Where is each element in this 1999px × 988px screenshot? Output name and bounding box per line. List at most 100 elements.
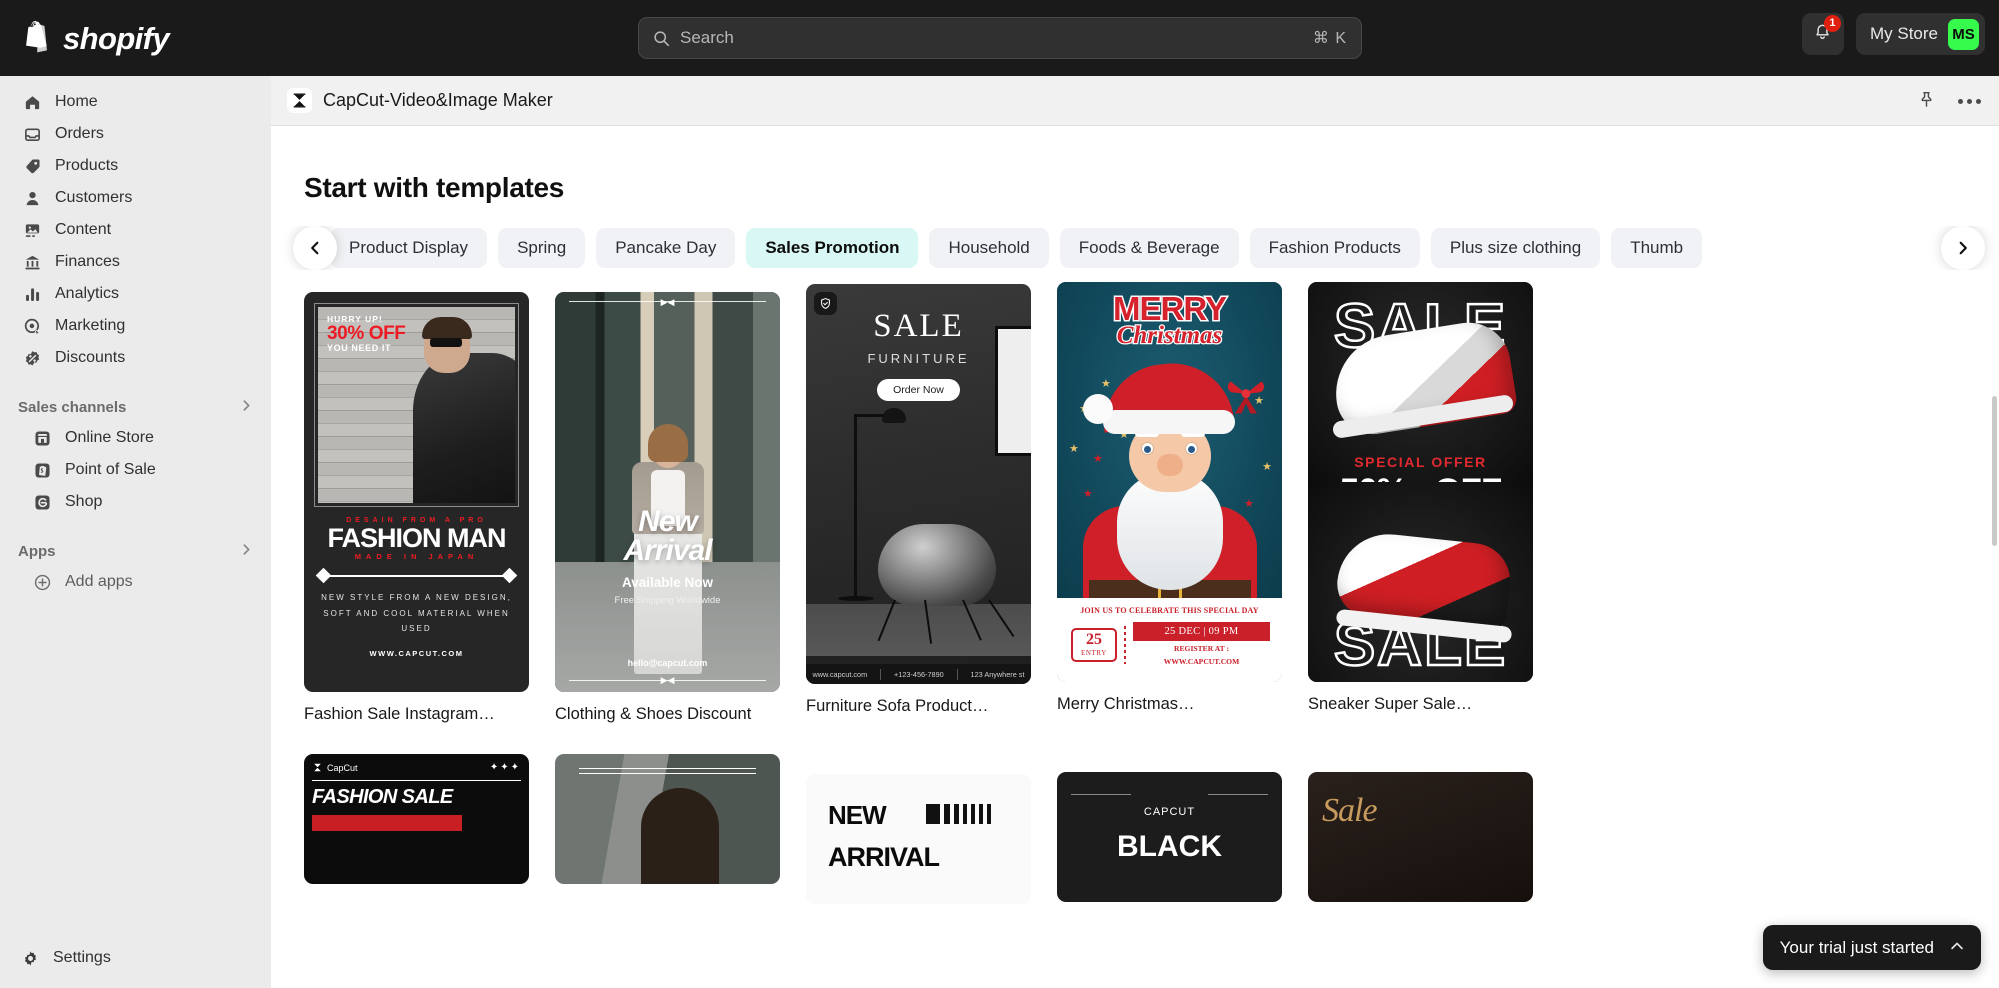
- sidebar-item-online-store[interactable]: Online Store: [20, 422, 261, 454]
- sidebar-item-home[interactable]: Home: [10, 86, 261, 118]
- more-options-button[interactable]: [1958, 98, 1981, 104]
- sidebar-item-finances[interactable]: Finances: [10, 246, 261, 278]
- sidebar-item-label: Point of Sale: [65, 461, 156, 478]
- category-chip-spring[interactable]: Spring: [498, 228, 586, 268]
- capcut-icon: [314, 763, 321, 772]
- divider: [312, 780, 521, 781]
- category-chip-product-display[interactable]: Product Display: [330, 228, 488, 268]
- sidebar-item-discounts[interactable]: Discounts: [10, 342, 261, 374]
- template-offer-label: SPECIAL OFFER: [1354, 454, 1487, 470]
- sidebar-item-marketing[interactable]: Marketing: [10, 310, 261, 342]
- sidebar-item-add-apps[interactable]: Add apps: [20, 566, 261, 598]
- template-thumbnail: ▶◀ New Arrival Available Now Free Shippi…: [555, 292, 780, 692]
- sidebar: Home Orders Products Customers Content F…: [0, 76, 271, 988]
- lamp-head: [882, 408, 906, 423]
- vertical-scrollbar[interactable]: [1992, 396, 1997, 546]
- template-card[interactable]: [555, 754, 780, 884]
- search-input[interactable]: [680, 28, 1313, 48]
- template-shipping-note: Free Shipping Worldwide: [614, 595, 721, 606]
- model-hair: [422, 317, 473, 339]
- template-headline-line1: New: [638, 505, 698, 539]
- category-chip-plus-size-clothing[interactable]: Plus size clothing: [1430, 228, 1601, 268]
- sidebar-group-label: Apps: [18, 542, 56, 560]
- sidebar-group-sales-channels[interactable]: Sales channels: [10, 392, 261, 422]
- template-lower: JOIN US TO CELEBRATE THIS SPECIAL DAY 25…: [1057, 598, 1282, 682]
- category-chip-sales-promotion[interactable]: Sales Promotion: [746, 228, 919, 268]
- template-card[interactable]: ▶◀ New Arrival Available Now Free Shippi…: [555, 292, 780, 724]
- sidebar-apps-list: Add apps: [0, 566, 271, 598]
- target-cursor-icon: [22, 316, 42, 336]
- template-headline: BLACK: [1117, 830, 1222, 863]
- lamp-base: [838, 596, 874, 601]
- template-card[interactable]: CAPCUT BLACK: [1057, 772, 1282, 902]
- sidebar-item-content[interactable]: Content: [10, 214, 261, 246]
- trial-banner-text: Your trial just started: [1779, 937, 1934, 957]
- template-card[interactable]: NEW ARRIVAL: [806, 774, 1031, 904]
- template-header: CapCut ✦✦✦: [312, 762, 521, 773]
- trial-banner[interactable]: Your trial just started: [1762, 925, 1981, 970]
- sidebar-group-label: Sales channels: [18, 398, 127, 416]
- template-footer: www.capcut.com +123-456-7890 123 Anywher…: [806, 664, 1031, 684]
- pin-button[interactable]: [1917, 90, 1936, 112]
- sidebar-item-label: Analytics: [55, 285, 120, 302]
- search-bar[interactable]: ⌘ K: [638, 17, 1362, 59]
- template-cta-button[interactable]: Order Now: [877, 379, 960, 401]
- template-card[interactable]: MERRY Christmas ★ ★ ★ ★ ★ ★ ★ ★ ★: [1057, 282, 1282, 714]
- category-chip-foods-beverage[interactable]: Foods & Beverage: [1059, 228, 1239, 268]
- template-script-headline: Christmas: [1115, 320, 1223, 350]
- store-menu-button[interactable]: My Store MS: [1855, 13, 1985, 55]
- sidebar-item-label: Discounts: [55, 349, 126, 366]
- template-thumbnail: SALE FURNITURE Order Now www.capcut.com: [806, 284, 1031, 684]
- sidebar-item-customers[interactable]: Customers: [10, 182, 261, 214]
- sidebar-item-products[interactable]: Products: [10, 150, 261, 182]
- template-card[interactable]: Sale: [1308, 772, 1533, 902]
- sidebar-item-label: Settings: [53, 949, 111, 966]
- bowtie-icon: ▶◀: [660, 297, 675, 307]
- capcut-icon: [287, 88, 312, 113]
- template-event-date: 25 DEC | 09 PM: [1133, 622, 1270, 641]
- template-thumbnail: SALE SPECIAL OFFER 50% OFF SALE: [1308, 282, 1533, 682]
- template-title: Fashion Sale Instagram…: [304, 705, 495, 723]
- template-ticket-label: ENTRY: [1081, 648, 1107, 657]
- sidebar-item-settings[interactable]: Settings: [20, 948, 111, 968]
- template-headline: NEW: [828, 800, 887, 830]
- template-headline: MERRY: [1112, 290, 1229, 327]
- bar-chart-icon: [22, 284, 42, 304]
- category-chip-household[interactable]: Household: [929, 228, 1049, 268]
- template-grid: HURRY UP! 30% OFF YOU NEED IT DESAIN FRO…: [271, 270, 1999, 724]
- template-title: Clothing & Shoes Discount: [555, 705, 752, 723]
- sidebar-item-shop[interactable]: Shop: [20, 486, 261, 518]
- category-chip-fashion-products[interactable]: Fashion Products: [1249, 228, 1420, 268]
- template-card[interactable]: SALE FURNITURE Order Now www.capcut.com: [806, 284, 1031, 716]
- sidebar-group-apps[interactable]: Apps: [10, 536, 261, 566]
- template-need-text: YOU NEED IT: [327, 343, 392, 353]
- sidebar-item-analytics[interactable]: Analytics: [10, 278, 261, 310]
- category-chip-pancake-day[interactable]: Pancake Day: [596, 228, 736, 268]
- app-content: Start with templates Product Display Spr…: [271, 126, 1999, 988]
- template-title: Sneaker Super Sale…: [1308, 695, 1473, 713]
- shopify-logo[interactable]: shopify: [22, 21, 170, 55]
- template-upper: MERRY Christmas ★ ★ ★ ★ ★ ★ ★ ★ ★: [1057, 282, 1282, 600]
- template-brand-name: CapCut: [327, 762, 358, 773]
- template-card[interactable]: CapCut ✦✦✦ FASHION SALE: [304, 754, 529, 884]
- scroll-right-button[interactable]: [1941, 226, 1985, 270]
- category-chip-thumb[interactable]: Thumb: [1611, 228, 1703, 268]
- scroll-left-button[interactable]: [293, 226, 337, 270]
- shield-check-icon: [814, 292, 837, 315]
- sidebar-item-orders[interactable]: Orders: [10, 118, 261, 150]
- template-card[interactable]: HURRY UP! 30% OFF YOU NEED IT DESAIN FRO…: [304, 292, 529, 724]
- product-tag-icon: [22, 156, 42, 176]
- app-header-actions: [1917, 76, 1981, 126]
- sidebar-item-point-of-sale[interactable]: Point of Sale: [20, 454, 261, 486]
- notifications-button[interactable]: 1: [1801, 13, 1844, 55]
- template-overlay-text: HURRY UP! 30% OFF YOU NEED IT: [327, 314, 406, 353]
- template-divider: [315, 568, 518, 584]
- store-name: My Store: [1869, 24, 1938, 43]
- image-icon: [22, 220, 42, 240]
- template-ticket-row: 25 ENTRY 25 DEC | 09 PM REGISTER AT : WW…: [1057, 615, 1282, 668]
- sidebar-item-label: Customers: [55, 189, 133, 206]
- template-card[interactable]: SALE SPECIAL OFFER 50% OFF SALE: [1308, 282, 1533, 714]
- template-thumbnail: NEW ARRIVAL: [806, 774, 1031, 904]
- sidebar-item-label: Products: [55, 157, 119, 174]
